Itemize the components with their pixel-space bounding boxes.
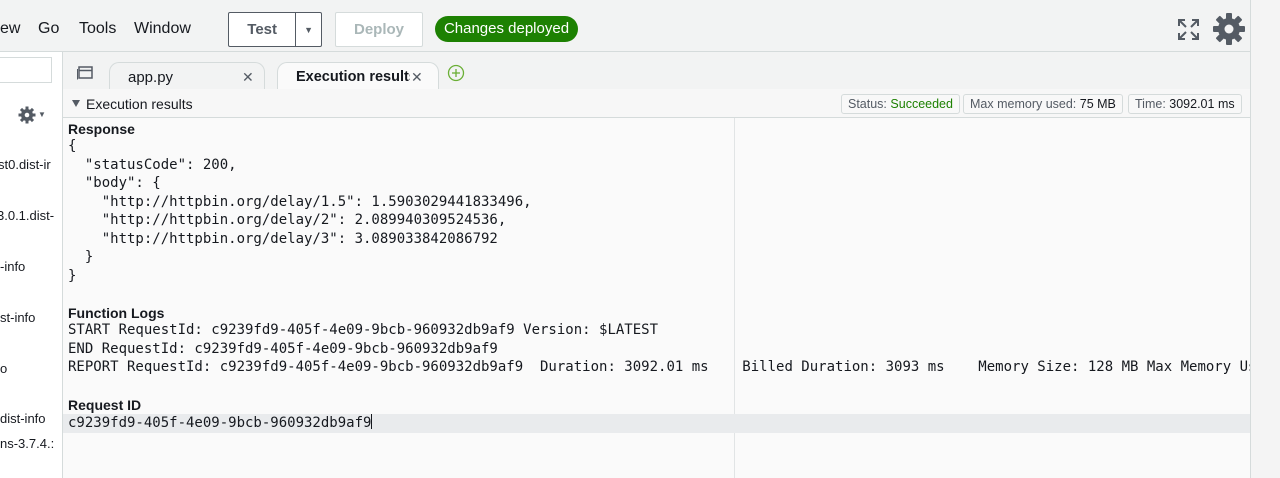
log-line: END RequestId: c9239fd9-405f-4e09-9bcb-9… xyxy=(68,340,498,357)
max-memory-badge: Max memory used: 75 MB xyxy=(963,94,1123,114)
tab-label: app.py xyxy=(128,69,174,86)
request-id-title: Request ID xyxy=(68,397,142,413)
response-line: "http://httpbin.org/delay/1.5": 1.590302… xyxy=(68,193,532,210)
collapse-caret-icon[interactable] xyxy=(72,100,80,107)
execution-results-panel: Execution results Status: Succeeded Max … xyxy=(63,89,1250,478)
chevron-down-icon: ▼ xyxy=(304,24,314,35)
add-tab-icon[interactable] xyxy=(447,64,465,82)
test-dropdown-button[interactable]: ▼ xyxy=(295,13,321,46)
file-tree-item[interactable]: o xyxy=(0,361,7,376)
response-line: "statusCode": 200, xyxy=(68,156,237,173)
panel-header: Execution results Status: Succeeded Max … xyxy=(63,89,1250,118)
status-badge: Status: Succeeded xyxy=(841,94,960,114)
response-line: } xyxy=(68,267,77,284)
menu-window[interactable]: Window xyxy=(134,20,191,38)
gear-icon[interactable] xyxy=(1212,12,1246,46)
fullscreen-icon[interactable] xyxy=(1178,19,1199,40)
tab-execution-results[interactable]: Execution results ✕ xyxy=(277,62,439,91)
menu-view[interactable]: ew xyxy=(0,20,20,38)
deployed-status-badge: Changes deployed xyxy=(435,16,578,42)
panel-title[interactable]: Execution results xyxy=(86,96,193,112)
file-tree-item[interactable]: -info xyxy=(0,259,25,274)
file-tree-item[interactable]: st-info xyxy=(0,310,35,325)
settings-gear-icon[interactable] xyxy=(18,106,36,124)
deploy-button[interactable]: Deploy xyxy=(335,12,423,47)
response-line: "http://httpbin.org/delay/2": 2.08994030… xyxy=(68,212,507,228)
close-icon[interactable]: ✕ xyxy=(411,69,423,86)
text-cursor xyxy=(371,414,373,429)
request-id-value[interactable]: c9239fd9-405f-4e09-9bcb-960932db9af9 xyxy=(68,414,373,433)
file-search-input[interactable] xyxy=(0,57,52,83)
close-icon[interactable]: ✕ xyxy=(242,69,254,86)
window-scrollbar[interactable] xyxy=(1250,0,1280,478)
editor-tab-bar: app.py ✕ Execution results ✕ xyxy=(63,52,1250,91)
response-line: { xyxy=(68,138,77,154)
chevron-down-icon[interactable]: ▼ xyxy=(38,110,46,119)
log-line: REPORT RequestId: c9239fd9-405f-4e09-9bc… xyxy=(68,359,1250,375)
file-tree-sidebar: ▼ st0.dist-ir 3.0.1.dist- -info st-info … xyxy=(0,52,63,478)
file-tree-item[interactable]: st0.dist-ir xyxy=(0,157,51,172)
time-badge: Time: 3092.01 ms xyxy=(1128,94,1242,114)
top-menu-bar: ew Go Tools Window Test ▼ Deploy Changes… xyxy=(0,0,1250,52)
menu-go[interactable]: Go xyxy=(38,20,59,38)
test-button[interactable]: Test xyxy=(229,13,295,46)
tabs-menu-icon[interactable] xyxy=(77,66,93,80)
tab-label: Execution results xyxy=(296,69,410,85)
menu-tools[interactable]: Tools xyxy=(79,20,116,38)
results-output: Response { "statusCode": 200, "body": { … xyxy=(63,118,1250,478)
log-line: START RequestId: c9239fd9-405f-4e09-9bcb… xyxy=(68,322,659,338)
function-logs-title: Function Logs xyxy=(68,305,165,321)
test-button-group: Test ▼ xyxy=(228,12,322,47)
file-tree-item[interactable]: dist-info xyxy=(0,411,46,426)
file-tree-item[interactable]: ns-3.7.4.: xyxy=(0,436,54,451)
request-id-row[interactable]: c9239fd9-405f-4e09-9bcb-960932db9af9 xyxy=(63,414,1250,433)
response-title: Response xyxy=(68,121,135,137)
tab-app-py[interactable]: app.py ✕ xyxy=(109,62,265,90)
response-line: "http://httpbin.org/delay/3": 3.08903384… xyxy=(68,230,498,247)
response-line: } xyxy=(68,249,94,265)
file-tree-item[interactable]: 3.0.1.dist- xyxy=(0,208,54,223)
response-line: "body": { xyxy=(68,175,161,191)
